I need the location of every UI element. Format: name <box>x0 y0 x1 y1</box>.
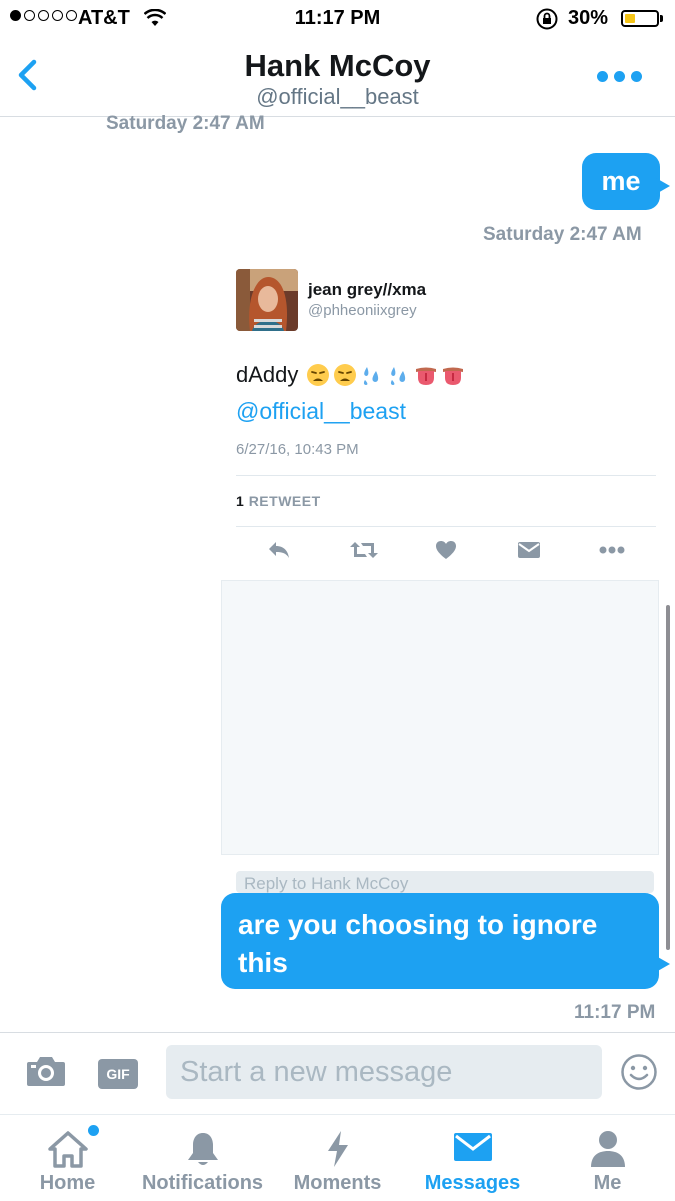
tab-me-label: Me <box>593 1172 622 1194</box>
heart-icon[interactable] <box>434 538 458 562</box>
tab-notifications[interactable]: Notifications <box>135 1115 270 1201</box>
direct-message-icon[interactable] <box>516 538 542 562</box>
sweat-droplets-icon <box>364 367 379 385</box>
retweet-count[interactable]: 1 RETWEET <box>236 493 321 509</box>
retweet-label: RETWEET <box>248 493 321 509</box>
tweet-reply-field[interactable]: Reply to Hank McCoy <box>236 871 654 893</box>
tab-notifications-label: Notifications <box>141 1172 264 1194</box>
tab-moments-label: Moments <box>293 1172 382 1194</box>
emoji-smiley-icon[interactable] <box>620 1053 658 1096</box>
lightning-icon <box>322 1129 354 1175</box>
retweet-icon[interactable] <box>349 538 379 562</box>
message-composer: GIF <box>0 1032 675 1115</box>
battery-percentage: 30% <box>568 7 609 29</box>
tab-moments[interactable]: Moments <box>280 1115 395 1201</box>
tweet-author-name[interactable]: jean grey//xma <box>308 280 426 300</box>
conversation-header: Hank McCoy @official__beast <box>0 40 675 117</box>
emoji-group <box>306 363 465 387</box>
bell-icon <box>183 1129 223 1175</box>
message-timestamp: Saturday 2:47 AM <box>483 224 642 245</box>
tab-messages-label: Messages <box>424 1172 521 1194</box>
tweet-actions <box>236 538 656 568</box>
divider <box>236 526 656 527</box>
message-input[interactable] <box>166 1045 602 1099</box>
tweet-author-avatar[interactable] <box>236 269 298 331</box>
more-options-icon[interactable] <box>597 71 642 82</box>
camera-icon[interactable] <box>26 1055 66 1092</box>
tab-home[interactable]: Home <box>10 1115 125 1201</box>
divider <box>236 475 656 476</box>
rotation-lock-icon <box>535 7 559 37</box>
tongue-icon <box>416 367 437 385</box>
message-timestamp: Saturday 2:47 AM <box>106 113 265 134</box>
bubble-tail <box>656 956 670 972</box>
home-icon <box>45 1129 91 1175</box>
tweet-author-handle[interactable]: @phheoniixgrey <box>308 302 417 319</box>
more-icon[interactable] <box>598 538 626 562</box>
conversation-title: Hank McCoy <box>244 48 431 83</box>
scrollbar[interactable] <box>666 605 670 950</box>
tweet-mention-link[interactable]: @official__beast <box>236 398 406 425</box>
envelope-icon <box>452 1129 494 1171</box>
tab-home-label: Home <box>39 1172 96 1194</box>
tweet-date: 6/27/16, 10:43 PM <box>236 441 359 458</box>
notification-dot <box>88 1125 99 1136</box>
tab-messages[interactable]: Messages <box>410 1115 535 1201</box>
tweet-text: dAddy <box>236 362 465 388</box>
battery-tip <box>660 15 663 22</box>
message-bubble-sent[interactable]: me <box>582 153 660 210</box>
message-bubble-sent[interactable]: are you choosing to ignore this <box>221 893 659 989</box>
sweat-droplets-icon <box>391 367 406 385</box>
tweet-text-body: dAddy <box>236 362 299 387</box>
weary-face-icon <box>307 364 330 386</box>
reply-icon[interactable] <box>266 538 292 562</box>
person-icon <box>589 1129 627 1175</box>
bubble-tail <box>656 178 670 194</box>
battery-icon <box>621 10 659 27</box>
conversation-handle: @official__beast <box>256 84 419 109</box>
status-bar: AT&T 11:17 PM 30% <box>0 0 675 40</box>
tab-bar: Home Notifications Moments Messages Me <box>0 1114 675 1201</box>
weary-face-icon <box>334 364 357 386</box>
tongue-icon <box>443 367 464 385</box>
gif-button[interactable]: GIF <box>98 1059 138 1089</box>
tab-me[interactable]: Me <box>555 1115 660 1201</box>
shared-tweet-card[interactable]: jean grey//xma @phheoniixgrey dAddy @off… <box>221 255 659 893</box>
retweet-number: 1 <box>236 493 245 509</box>
message-timestamp: 11:17 PM <box>574 1002 656 1023</box>
tweet-media-placeholder <box>221 580 659 855</box>
